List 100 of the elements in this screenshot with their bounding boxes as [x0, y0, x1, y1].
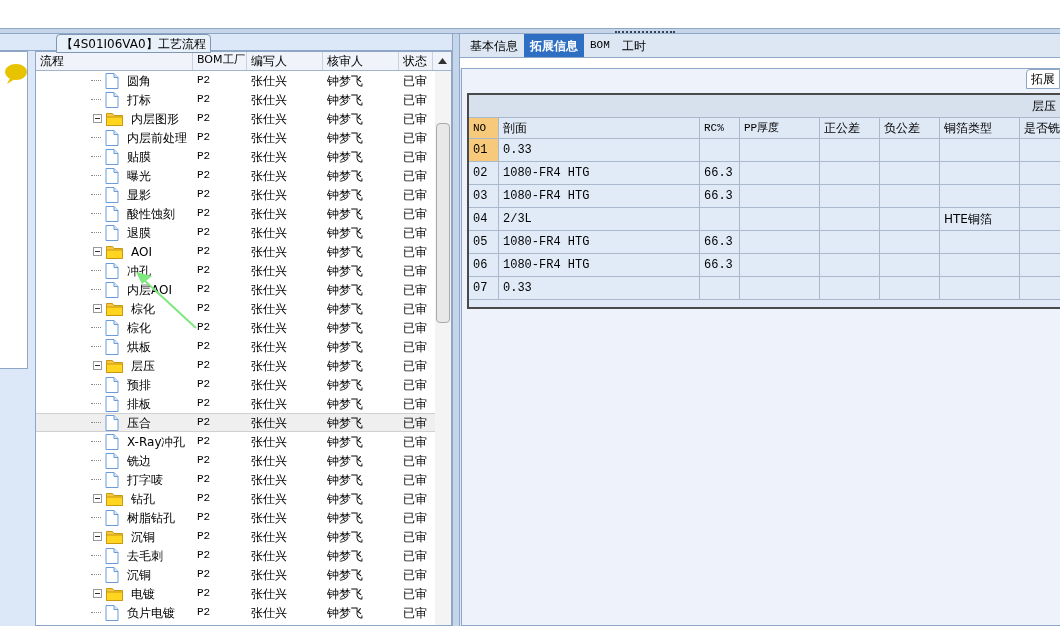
tree-cell-text: 张仕兴: [250, 414, 288, 432]
column-header[interactable]: BOM工厂: [193, 52, 247, 70]
tree-row[interactable]: 酸性蚀刻 P2 张仕兴 钟梦飞 已审: [36, 204, 435, 223]
tree-cell-text: 已审: [402, 319, 428, 337]
tree-row[interactable]: 去毛刺 P2 张仕兴 钟梦飞 已审: [36, 546, 435, 565]
document-icon: [105, 224, 119, 241]
tree-row[interactable]: 圆角 P2 张仕兴 钟梦飞 已审: [36, 71, 435, 90]
tree-row[interactable]: 负片电镀 P2 张仕兴 钟梦飞 已审: [36, 603, 435, 622]
collapse-icon[interactable]: [93, 589, 102, 598]
table-cell-text: 66.3: [703, 165, 734, 182]
tree-cell-text: 已审: [402, 186, 428, 204]
column-header[interactable]: 铜箔类型: [940, 118, 1020, 138]
tree-row[interactable]: 树脂钻孔 P2 张仕兴 钟梦飞 已审: [36, 508, 435, 527]
tree-row[interactable]: 显影 P2 张仕兴 钟梦飞 已审: [36, 185, 435, 204]
tree-row[interactable]: 打字唛 P2 张仕兴 钟梦飞 已审: [36, 470, 435, 489]
column-header[interactable]: 流程: [36, 52, 193, 70]
tree-cell-text: 钟梦飞: [326, 604, 364, 622]
tree-row[interactable]: 贴膜 P2 张仕兴 钟梦飞 已审: [36, 147, 435, 166]
tree-cell-text: P2: [196, 111, 212, 127]
table-cell-text: 05: [472, 234, 489, 251]
extend-button[interactable]: 拓展: [1026, 69, 1060, 89]
tree-cell-text: 已审: [402, 471, 428, 489]
folder-icon: [106, 586, 123, 601]
node-label: 棕化: [131, 300, 155, 318]
table-row[interactable]: 02 1080-FR4 HTG 66.3: [469, 162, 1060, 185]
node-label: 曝光: [127, 167, 151, 185]
column-header[interactable]: PP厚度: [740, 118, 820, 138]
table-row[interactable]: 06 1080-FR4 HTG 66.3: [469, 254, 1060, 277]
tree-row[interactable]: 电镀 P2 张仕兴 钟梦飞 已审: [36, 584, 435, 603]
table-row[interactable]: 01 0.33: [469, 139, 1060, 162]
table-row[interactable]: 07 0.33: [469, 277, 1060, 300]
tree-cell-text: P2: [196, 130, 212, 146]
scrollbar-thumb[interactable]: [436, 123, 450, 323]
tree-row[interactable]: X-Ray冲孔 P2 张仕兴 钟梦飞 已审: [36, 432, 435, 451]
column-header[interactable]: 核审人: [323, 52, 399, 70]
tree-row[interactable]: 内层前处理 P2 张仕兴 钟梦飞 已审: [36, 128, 435, 147]
tree-row[interactable]: 沉铜 P2 张仕兴 钟梦飞 已审: [36, 527, 435, 546]
tree-cell-text: 已审: [402, 452, 428, 470]
tree-row[interactable]: 棕化 P2 张仕兴 钟梦飞 已审: [36, 299, 435, 318]
tree-row[interactable]: 棕化 P2 张仕兴 钟梦飞 已审: [36, 318, 435, 337]
table-cell-text: 66.3: [703, 257, 734, 274]
tab[interactable]: 工时: [615, 34, 652, 57]
tree-cell-text: 钟梦飞: [326, 148, 364, 166]
tree-row[interactable]: 退膜 P2 张仕兴 钟梦飞 已审: [36, 223, 435, 242]
document-icon: [105, 319, 119, 336]
tree-row[interactable]: 钻孔 P2 张仕兴 钟梦飞 已审: [36, 489, 435, 508]
tree-row[interactable]: 铣边 P2 张仕兴 钟梦飞 已审: [36, 451, 435, 470]
tab[interactable]: 基本信息: [464, 34, 524, 57]
column-header[interactable]: 正公差: [820, 118, 880, 138]
node-label: 预排: [127, 376, 151, 394]
tab[interactable]: BOM: [584, 34, 616, 57]
document-icon: [105, 547, 119, 564]
node-label: 退膜: [127, 224, 151, 242]
tree-row[interactable]: 压合 P2 张仕兴 钟梦飞 已审: [36, 413, 435, 432]
tree-cell-text: 钟梦飞: [326, 167, 364, 185]
tree-cell-text: 张仕兴: [250, 547, 288, 565]
tree-row[interactable]: 内层图形 P2 张仕兴 钟梦飞 已审: [36, 109, 435, 128]
tree-row[interactable]: 烘板 P2 张仕兴 钟梦飞 已审: [36, 337, 435, 356]
column-header[interactable]: 是否铣: [1020, 118, 1060, 138]
column-header[interactable]: 编写人: [247, 52, 323, 70]
tree-row[interactable]: 打标 P2 张仕兴 钟梦飞 已审: [36, 90, 435, 109]
column-header[interactable]: 状态: [399, 52, 433, 70]
tree-cell-text: P2: [196, 548, 212, 564]
table-cell-text: 2/3L: [502, 211, 533, 228]
column-header[interactable]: NO: [469, 118, 499, 138]
node-label: X-Ray冲孔: [127, 433, 186, 451]
table-row[interactable]: 04 2/3L HTE铜箔: [469, 208, 1060, 231]
collapse-icon[interactable]: [93, 361, 102, 370]
tree-cell-text: P2: [196, 472, 212, 488]
table-row[interactable]: 03 1080-FR4 HTG 66.3: [469, 185, 1060, 208]
column-header[interactable]: 剖面: [499, 118, 700, 138]
tree-cell-text: 已审: [402, 357, 428, 375]
collapse-icon[interactable]: [93, 304, 102, 313]
tree-cell-text: 已审: [402, 338, 428, 356]
table-row[interactable]: 05 1080-FR4 HTG 66.3: [469, 231, 1060, 254]
tree-cell-text: 钟梦飞: [326, 357, 364, 375]
tree-cell-text: P2: [196, 339, 212, 355]
node-label: 打标: [127, 91, 151, 109]
tab[interactable]: 拓展信息: [524, 34, 584, 57]
tree-row[interactable]: 沉铜 P2 张仕兴 钟梦飞 已审: [36, 565, 435, 584]
tree-row[interactable]: 预排 P2 张仕兴 钟梦飞 已审: [36, 375, 435, 394]
collapse-icon[interactable]: [93, 532, 102, 541]
document-icon: [105, 262, 119, 279]
tree-row[interactable]: 排板 P2 张仕兴 钟梦飞 已审: [36, 394, 435, 413]
collapse-icon[interactable]: [93, 247, 102, 256]
table-cell-text: 03: [472, 188, 489, 205]
column-header[interactable]: 负公差: [880, 118, 940, 138]
folder-icon: [106, 244, 123, 259]
tree-cell-text: 张仕兴: [250, 110, 288, 128]
tree-cell-text: 钟梦飞: [326, 509, 364, 527]
column-header[interactable]: RC%: [700, 118, 740, 138]
tree-row[interactable]: 层压 P2 张仕兴 钟梦飞 已审: [36, 356, 435, 375]
collapse-icon[interactable]: [93, 494, 102, 503]
collapse-icon[interactable]: [93, 114, 102, 123]
tree-cell-text: 张仕兴: [250, 452, 288, 470]
scroll-up-icon[interactable]: [437, 58, 447, 64]
table-cell-text: 66.3: [703, 188, 734, 205]
tree-cell-text: 张仕兴: [250, 395, 288, 413]
tree-row[interactable]: AOI P2 张仕兴 钟梦飞 已审: [36, 242, 435, 261]
tree-row[interactable]: 曝光 P2 张仕兴 钟梦飞 已审: [36, 166, 435, 185]
